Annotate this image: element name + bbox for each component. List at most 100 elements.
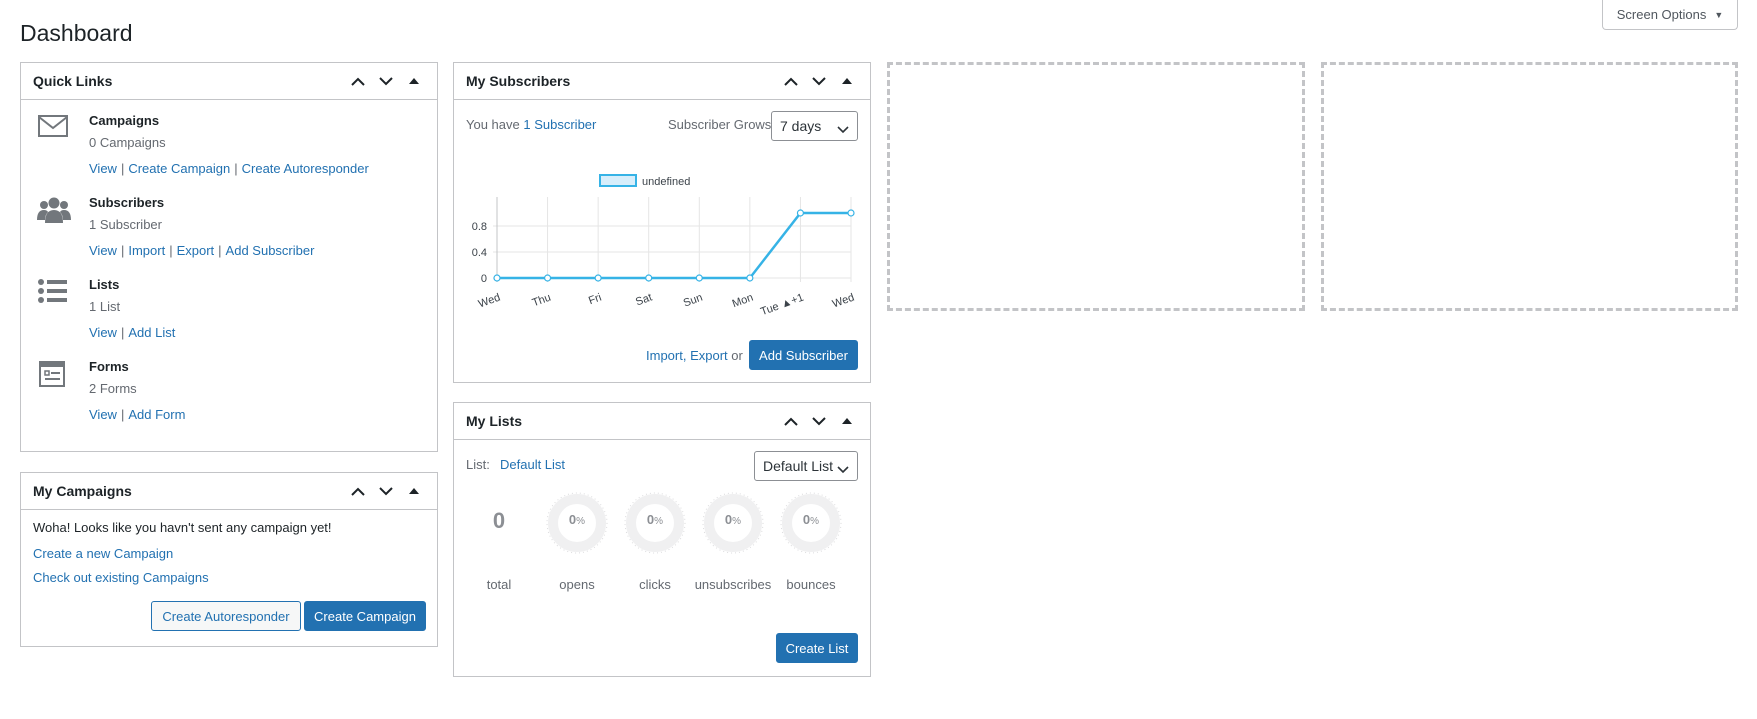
my-subscribers-header: My Subscribers <box>454 63 870 100</box>
my-subscribers-widget: My Subscribers You have 1 Subscriber Sub… <box>453 62 871 383</box>
data-point <box>796 209 805 217</box>
create-autoresponder-link[interactable]: Create Autoresponder <box>242 161 369 176</box>
add-list-link[interactable]: Add List <box>128 325 175 340</box>
create-new-campaign-link[interactable]: Create a new Campaign <box>33 546 173 561</box>
subscriber-actions: Import, Export or <box>646 348 743 363</box>
quick-link-forms: Forms 2 Forms View | Add Form <box>21 359 437 441</box>
toggle-panel-button[interactable] <box>403 70 425 92</box>
form-icon <box>37 359 71 393</box>
create-list-button[interactable]: Create List <box>776 633 858 663</box>
x-tick-label: Thu <box>531 292 553 310</box>
list-select-value: Default List <box>763 458 834 474</box>
chevron-down-icon <box>837 121 849 137</box>
opens-label: opens <box>559 577 595 592</box>
legend-swatch <box>599 174 637 187</box>
move-up-button[interactable] <box>780 70 802 92</box>
subscriber-growth-chart: undefined 0 0.4 0.8 Wed Thu Fri Sat Sun Mon Tue ▲+… <box>472 174 856 319</box>
my-lists-widget: My Lists List: Default List Default List… <box>453 402 871 677</box>
you-have-text: You have <box>466 117 520 132</box>
legend-label: undefined <box>642 176 690 188</box>
users-icon <box>37 195 71 229</box>
subscriber-grows-label: Subscriber Grows: <box>668 117 775 132</box>
quick-link-subscribers: Subscribers 1 Subscriber View | Import | Exp… <box>21 195 437 277</box>
subscribers-count: 1 Subscriber <box>89 217 162 232</box>
add-subscriber-button[interactable]: Add Subscriber <box>749 340 858 370</box>
screen-options-button[interactable]: Screen Options ▼ <box>1602 0 1738 30</box>
move-down-button[interactable] <box>375 480 397 502</box>
campaigns-links: View | Create Campaign | Create Autoresponde… <box>89 161 369 176</box>
campaigns-title: Campaigns <box>89 113 160 128</box>
data-point <box>543 274 552 282</box>
existing-campaigns-link[interactable]: Check out existing Campaigns <box>33 570 209 585</box>
create-campaign-link[interactable]: Create Campaign <box>128 161 230 176</box>
create-autoresponder-button[interactable]: Create Autoresponder <box>151 601 301 631</box>
toggle-panel-button[interactable] <box>836 70 858 92</box>
move-up-button[interactable] <box>780 410 802 432</box>
subscriber-count-link[interactable]: 1 Subscriber <box>523 117 596 132</box>
data-point <box>746 274 754 282</box>
lists-links: View | Add List <box>89 325 176 340</box>
list-label: List: <box>466 457 490 472</box>
move-up-button[interactable] <box>347 480 369 502</box>
x-tick-label: Fri <box>587 292 603 308</box>
quick-links-header: Quick Links <box>21 63 437 100</box>
chevron-down-icon <box>837 461 849 477</box>
quick-links-widget: Quick Links Campaigns 0 Campaigns View | C… <box>20 62 438 452</box>
my-lists-title: My Lists <box>466 413 523 429</box>
data-point <box>695 274 703 282</box>
forms-view-link[interactable]: View <box>89 407 117 422</box>
move-down-button[interactable] <box>808 410 830 432</box>
or-text: or <box>731 348 743 363</box>
move-down-button[interactable] <box>808 70 830 92</box>
subscribers-view-link[interactable]: View <box>89 243 117 258</box>
envelope-icon <box>37 113 71 147</box>
x-tick-label: Wed <box>477 292 502 311</box>
total-label: total <box>486 577 512 592</box>
export-link[interactable]: Export <box>177 243 215 258</box>
lists-title: Lists <box>89 277 120 292</box>
quick-link-campaigns: Campaigns 0 Campaigns View | Create Campai… <box>21 113 437 195</box>
default-list-link[interactable]: Default List <box>500 457 565 472</box>
data-point <box>493 274 501 282</box>
add-form-link[interactable]: Add Form <box>128 407 185 422</box>
import-export-link[interactable]: Import, Export <box>646 348 728 363</box>
bounces-label: bounces <box>786 577 836 592</box>
quick-links-title: Quick Links <box>33 73 113 89</box>
x-tick-label: Wed <box>831 292 856 311</box>
toggle-panel-button[interactable] <box>836 410 858 432</box>
campaigns-count: 0 Campaigns <box>89 135 166 150</box>
subscriber-summary: You have 1 Subscriber <box>466 117 596 132</box>
empty-widget-dropzone-2[interactable] <box>1321 62 1738 311</box>
create-campaign-button[interactable]: Create Campaign <box>304 601 426 631</box>
campaigns-view-link[interactable]: View <box>89 161 117 176</box>
data-point <box>847 209 855 217</box>
list-select[interactable]: Default List <box>754 451 858 481</box>
total-value: 0 <box>492 508 506 533</box>
screen-options-label: Screen Options <box>1616 7 1707 22</box>
lists-count: 1 List <box>89 299 121 314</box>
forms-count: 2 Forms <box>89 381 137 396</box>
x-tick-label: Sat <box>634 292 654 309</box>
bounces-value: 0% <box>802 512 820 527</box>
toggle-panel-button[interactable] <box>403 480 425 502</box>
data-point <box>594 274 602 282</box>
my-subscribers-title: My Subscribers <box>466 73 571 89</box>
series-line <box>497 211 851 280</box>
page-title: Dashboard <box>20 20 133 46</box>
lists-view-link[interactable]: View <box>89 325 117 340</box>
x-tick-label: Tue ▲+1 <box>759 292 805 319</box>
unsubscribes-label: unsubscribes <box>694 577 772 592</box>
clicks-value: 0% <box>646 512 664 527</box>
empty-widget-dropzone-1[interactable] <box>887 62 1305 311</box>
import-link[interactable]: Import <box>128 243 165 258</box>
add-subscriber-link[interactable]: Add Subscriber <box>226 243 315 258</box>
x-tick-label: Sun <box>682 292 705 310</box>
opens-value: 0% <box>568 512 586 527</box>
my-campaigns-widget: My Campaigns Woha! Looks like you havn't… <box>20 472 438 647</box>
forms-links: View | Add Form <box>89 407 186 422</box>
move-up-button[interactable] <box>347 70 369 92</box>
move-down-button[interactable] <box>375 70 397 92</box>
grows-period-select[interactable]: 7 days <box>771 111 858 141</box>
my-lists-header: My Lists <box>454 403 870 440</box>
grows-period-value: 7 days <box>780 118 822 134</box>
